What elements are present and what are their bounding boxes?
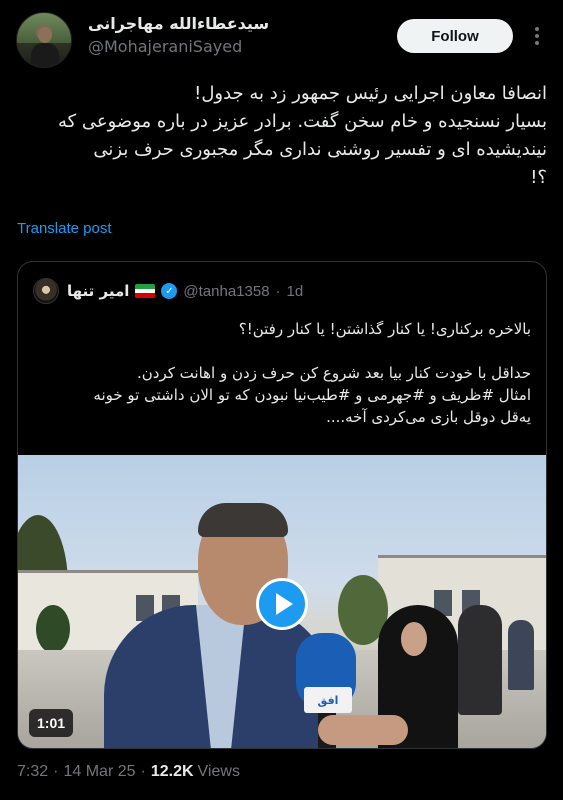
views-count: 12.2K [150,763,194,780]
video-duration: 1:01 [29,709,74,737]
avatar-body [31,43,59,67]
quoted-avatar[interactable] [33,278,59,304]
quoted-header: امیر تنها ✓ @tanha1358 · 1d [33,278,533,304]
microphone-tag-label: افق [317,693,339,707]
quoted-name-block: امیر تنها [67,282,156,300]
quoted-line: یه‌قل دوقل بازی می‌کردی آخه.... [326,408,531,426]
footer-dot: · [140,763,146,780]
author-avatar[interactable] [16,12,72,68]
tweet-footer: 7:32 · 14 Mar 25 · 12.2K Views [17,763,240,781]
post-date[interactable]: 14 Mar 25 [63,763,135,781]
tweet-line: نیندیشیده ای و تفسیر روشنی نداری مگر مجب… [93,139,547,160]
tweet-line: بسیار نسنجیده و خام سخن گفت. برادر عزیز … [57,111,547,132]
tweet-header: سیدعطاءالله مهاجرانی @MohajeraniSayed Fo… [16,12,547,68]
quoted-separator: · [275,282,281,300]
quoted-line: حداقل با خودت کنار بیا بعد شروع کن حرف ز… [137,364,531,382]
quoted-blank-line [33,340,531,362]
tweet-line: ؟! [530,167,547,188]
post-time[interactable]: 7:32 [17,763,48,781]
views-label: Views [197,763,240,780]
author-name-block: سیدعطاءالله مهاجرانی @MohajeraniSayed [88,14,269,56]
speaker-hair [198,503,288,537]
author-handle[interactable]: @MohajeraniSayed [88,37,269,56]
play-icon [276,593,293,615]
reporter-hand [318,715,408,745]
translate-post-link[interactable]: Translate post [17,220,112,237]
quoted-body: بالاخره برکناری! یا کنار گذاشتن! یا کنار… [33,318,531,428]
footer-dot: · [53,763,59,780]
background-person [508,620,534,690]
author-display-name[interactable]: سیدعطاءالله مهاجرانی [88,14,269,33]
quoted-line: امثال #ظریف و #جهرمی و #طیب‌نیا نبودن که… [93,386,531,404]
more-dot [535,27,539,31]
video-player[interactable]: افق 1:01 [18,455,546,748]
avatar-head [38,27,52,43]
more-options-icon[interactable] [527,24,547,48]
background-person [458,605,502,715]
more-dot [535,34,539,38]
quoted-time[interactable]: 1d [287,283,304,300]
bush-shape [36,605,70,653]
tweet-body: انصافا معاون اجرایی رئیس جمهور زد به جدو… [16,80,547,192]
play-button[interactable] [256,578,308,630]
verified-badge-icon: ✓ [161,283,178,299]
follow-button[interactable]: Follow [397,19,513,53]
tweet-line: انصافا معاون اجرایی رئیس جمهور زد به جدو… [194,83,547,104]
quoted-line: بالاخره برکناری! یا کنار گذاشتن! یا کنار… [238,320,531,338]
quoted-tweet[interactable]: امیر تنها ✓ @tanha1358 · 1d بالاخره برکن… [17,261,547,749]
iran-flag-icon [135,284,156,298]
quoted-display-name[interactable]: امیر تنها [67,282,129,300]
reporter-face [401,622,427,656]
more-dot [535,41,539,45]
quoted-handle: @tanha1358 [183,282,270,300]
microphone-tag: افق [304,687,352,713]
